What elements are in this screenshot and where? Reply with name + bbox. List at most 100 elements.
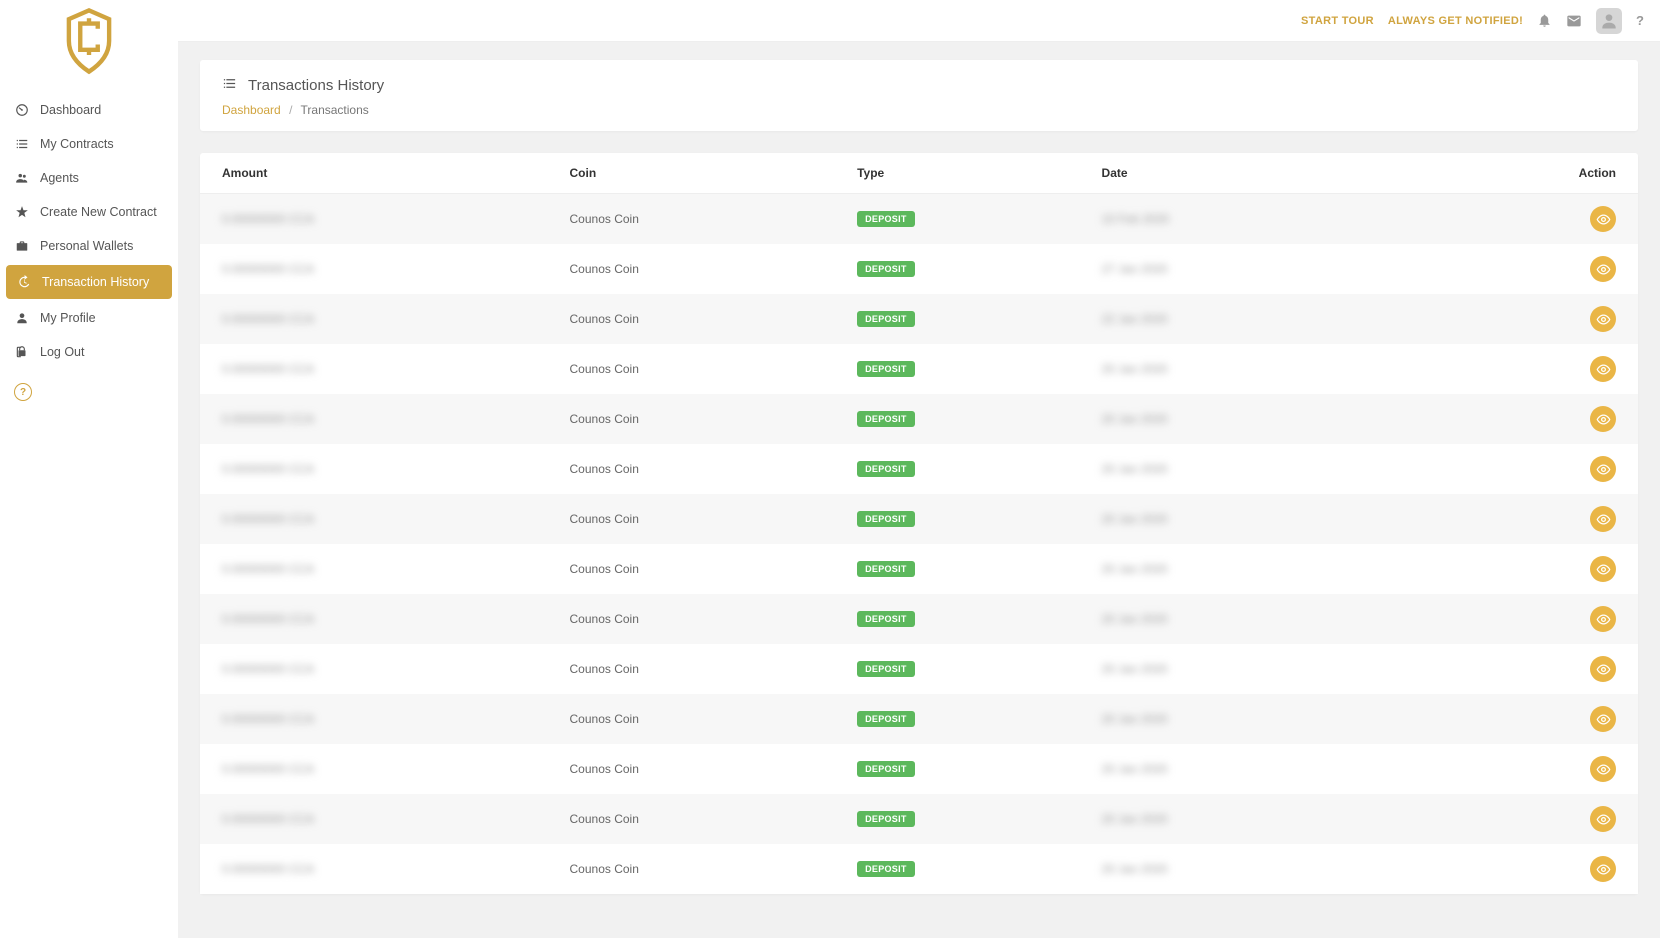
sidebar-item-create-new-contract[interactable]: Create New Contract xyxy=(0,195,178,229)
cell-amount: 0.00000000 CCA xyxy=(222,262,314,276)
deposit-badge: DEPOSIT xyxy=(857,511,915,527)
deposit-badge: DEPOSIT xyxy=(857,811,915,827)
table-row: 0.00000000 CCACounos CoinDEPOSIT27 Jan 2… xyxy=(200,244,1638,294)
col-header-date: Date xyxy=(1092,153,1452,194)
page-header-card: Transactions History Dashboard / Transac… xyxy=(200,60,1638,131)
cell-date: 22 Jan 2020 xyxy=(1102,312,1168,326)
view-button[interactable] xyxy=(1590,356,1616,382)
breadcrumb-dashboard-link[interactable]: Dashboard xyxy=(222,103,281,117)
cell-date: 27 Jan 2020 xyxy=(1102,262,1168,276)
cell-coin: Counos Coin xyxy=(560,694,848,744)
cell-date: 20 Jan 2020 xyxy=(1102,762,1168,776)
user-avatar[interactable] xyxy=(1596,8,1622,34)
transactions-table: Amount Coin Type Date Action 0.00000000 … xyxy=(200,153,1638,894)
view-button[interactable] xyxy=(1590,406,1616,432)
deposit-badge: DEPOSIT xyxy=(857,461,915,477)
deposit-badge: DEPOSIT xyxy=(857,661,915,677)
cell-date: 20 Jan 2020 xyxy=(1102,512,1168,526)
sidebar-item-my-contracts[interactable]: My Contracts xyxy=(0,127,178,161)
table-row: 0.00000000 CCACounos CoinDEPOSIT20 Jan 2… xyxy=(200,344,1638,394)
cell-coin: Counos Coin xyxy=(560,294,848,344)
view-button[interactable] xyxy=(1590,556,1616,582)
table-row: 0.00000000 CCACounos CoinDEPOSIT20 Jan 2… xyxy=(200,544,1638,594)
users-icon xyxy=(14,170,30,186)
table-row: 0.00000000 CCA Counos Coin DEPOSIT 20 Jan 2… xyxy=(200,744,1638,794)
view-button[interactable] xyxy=(1590,256,1616,282)
view-button[interactable] xyxy=(1590,306,1616,332)
briefcase-icon xyxy=(14,238,30,254)
cell-coin: Counos Coin xyxy=(560,194,848,245)
sidebar-item-label: Create New Contract xyxy=(40,205,157,219)
table-row: 0.00000000 CCACounos CoinDEPOSIT22 Jan 2… xyxy=(200,294,1638,344)
cell-amount: 0.00000000 CCA xyxy=(222,462,314,476)
cell-coin: Counos Coin xyxy=(560,344,848,394)
view-button[interactable] xyxy=(1590,756,1616,782)
table-row: 0.00000000 CCA Counos Coin DEPOSIT 20 Jan 2… xyxy=(200,794,1638,844)
deposit-badge: DEPOSIT xyxy=(857,761,915,777)
history-icon xyxy=(16,274,32,290)
table-row: 0.00000000 CCACounos CoinDEPOSIT10 Feb 2… xyxy=(200,194,1638,245)
logout-icon xyxy=(14,344,30,360)
deposit-badge: DEPOSIT xyxy=(857,711,915,727)
transactions-table-body: 0.00000000 CCA Counos Coin DEPOSIT 10 Feb 2… xyxy=(200,194,1638,895)
cell-date: 20 Jan 2020 xyxy=(1102,712,1168,726)
cell-amount: 0.00000000 CCA xyxy=(222,312,314,326)
brand-logo[interactable] xyxy=(0,0,178,93)
view-button[interactable] xyxy=(1590,506,1616,532)
sidebar-item-transaction-history[interactable]: Transaction History xyxy=(6,265,172,299)
view-button[interactable] xyxy=(1590,706,1616,732)
breadcrumb-separator: / xyxy=(289,103,292,117)
cell-date: 20 Jan 2020 xyxy=(1102,812,1168,826)
cell-amount: 0.00000000 CCA xyxy=(222,812,314,826)
table-row: 0.00000000 CCACounos CoinDEPOSIT20 Jan 2… xyxy=(200,644,1638,694)
cell-amount: 0.00000000 CCA xyxy=(222,412,314,426)
sidebar-item-dashboard[interactable]: Dashboard xyxy=(0,93,178,127)
sidebar-item-label: Log Out xyxy=(40,345,84,359)
view-button[interactable] xyxy=(1590,806,1616,832)
sidebar-item-log-out[interactable]: Log Out xyxy=(0,335,178,369)
view-button[interactable] xyxy=(1590,606,1616,632)
dashboard-icon xyxy=(14,102,30,118)
page-title: Transactions History xyxy=(248,77,384,94)
star-icon xyxy=(14,204,30,220)
cell-coin: Counos Coin xyxy=(560,794,848,844)
mail-icon[interactable] xyxy=(1566,13,1582,29)
deposit-badge: DEPOSIT xyxy=(857,561,915,577)
sidebar-item-label: My Profile xyxy=(40,311,96,325)
breadcrumb: Dashboard / Transactions xyxy=(222,103,1616,117)
breadcrumb-current: Transactions xyxy=(301,103,369,117)
sidebar-item-label: My Contracts xyxy=(40,137,114,151)
cell-date: 20 Jan 2020 xyxy=(1102,662,1168,676)
cell-date: 20 Jan 2020 xyxy=(1102,612,1168,626)
view-button[interactable] xyxy=(1590,656,1616,682)
sidebar-item-personal-wallets[interactable]: Personal Wallets xyxy=(0,229,178,263)
start-tour-link[interactable]: START TOUR xyxy=(1301,15,1374,27)
cell-coin: Counos Coin xyxy=(560,594,848,644)
cell-coin: Counos Coin xyxy=(560,394,848,444)
bell-icon[interactable] xyxy=(1537,13,1552,28)
cell-amount: 0.00000000 CCA xyxy=(222,862,314,876)
cell-date: 20 Jan 2020 xyxy=(1102,462,1168,476)
cell-coin: Counos Coin xyxy=(560,744,848,794)
col-header-coin: Coin xyxy=(560,153,848,194)
cell-coin: Counos Coin xyxy=(560,644,848,694)
col-header-amount: Amount xyxy=(200,153,560,194)
help-question-icon[interactable]: ? xyxy=(1636,13,1644,28)
table-row: 0.00000000 CCACounos CoinDEPOSIT20 Jan 2… xyxy=(200,444,1638,494)
sidebar-item-agents[interactable]: Agents xyxy=(0,161,178,195)
view-button[interactable] xyxy=(1590,856,1616,882)
view-button[interactable] xyxy=(1590,456,1616,482)
cell-date: 20 Jan 2020 xyxy=(1102,362,1168,376)
sidebar-item-label: Personal Wallets xyxy=(40,239,133,253)
deposit-badge: DEPOSIT xyxy=(857,611,915,627)
transactions-table-card: Amount Coin Type Date Action 0.00000000 … xyxy=(200,153,1638,894)
cell-date: 10 Feb 2020 xyxy=(1102,212,1169,226)
help-icon[interactable]: ? xyxy=(14,383,32,401)
topbar: START TOUR ALWAYS GET NOTIFIED! ? xyxy=(178,0,1660,42)
cell-amount: 0.00000000 CCA xyxy=(222,712,314,726)
always-get-notified-link[interactable]: ALWAYS GET NOTIFIED! xyxy=(1388,15,1523,27)
view-button[interactable] xyxy=(1590,206,1616,232)
sidebar-item-label: Agents xyxy=(40,171,79,185)
sidebar-item-my-profile[interactable]: My Profile xyxy=(0,301,178,335)
cell-amount: 0.00000000 CCA xyxy=(222,762,314,776)
